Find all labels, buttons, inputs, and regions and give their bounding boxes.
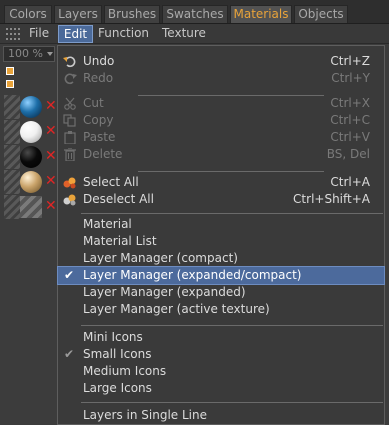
- paste-icon: [64, 131, 76, 144]
- menu-item-label: Copy: [83, 113, 114, 127]
- menu-item-layer-manager-compact[interactable]: Layer Manager (compact): [58, 250, 384, 267]
- material-tag-icon: [6, 80, 14, 88]
- menu-item-label: Material: [83, 217, 132, 231]
- menu-item-mini-icons[interactable]: Mini Icons: [58, 329, 384, 346]
- menu-item-label: Layers in Single Line: [83, 408, 207, 422]
- menu-edit[interactable]: Edit: [58, 25, 93, 43]
- menu-item-paste[interactable]: Paste Ctrl+V: [58, 129, 384, 146]
- material-tag-icon: [6, 67, 14, 75]
- tab-brushes[interactable]: Brushes: [104, 5, 160, 23]
- shortcut-text: Ctrl+A: [330, 175, 370, 189]
- material-preview[interactable]: [20, 96, 42, 118]
- menu-item-deselect-all[interactable]: Deselect All Ctrl+Shift+A: [58, 191, 384, 208]
- tab-objects[interactable]: Objects: [294, 5, 348, 23]
- menu-item-small-icons[interactable]: ✔ Small Icons: [58, 346, 384, 363]
- material-stripe: [4, 120, 20, 144]
- menu-item-large-icons[interactable]: Large Icons: [58, 380, 384, 397]
- delete-x-icon[interactable]: ✕: [45, 174, 57, 188]
- menu-file[interactable]: File: [29, 25, 49, 43]
- menu-item-label: Layer Manager (compact): [83, 251, 238, 265]
- menu-item-label: Delete: [83, 147, 123, 161]
- material-preview[interactable]: [20, 196, 42, 218]
- redo-icon: [64, 73, 77, 85]
- menu-separator: [81, 325, 383, 326]
- material-row[interactable]: ✕: [0, 145, 62, 169]
- shortcut-text: Ctrl+Shift+A: [293, 192, 370, 206]
- scissors-icon: [64, 97, 76, 110]
- shortcut-text: BS, Del: [326, 147, 370, 161]
- menu-item-label: Cut: [83, 96, 104, 110]
- delete-x-icon[interactable]: ✕: [45, 149, 57, 163]
- menu-separator: [138, 171, 324, 172]
- material-row[interactable]: ✕: [0, 95, 62, 119]
- tab-layers[interactable]: Layers: [54, 5, 102, 23]
- menu-item-layer-manager-active-texture[interactable]: Layer Manager (active texture): [58, 301, 384, 318]
- material-preview[interactable]: [20, 171, 42, 193]
- material-row[interactable]: ✕: [0, 170, 62, 194]
- material-stripe: [4, 195, 20, 219]
- menu-item-label: Undo: [83, 54, 115, 68]
- shortcut-text: Ctrl+X: [330, 96, 370, 110]
- menu-item-label: Small Icons: [83, 347, 152, 361]
- shortcut-text: Ctrl+Z: [330, 54, 370, 68]
- material-row[interactable]: ✕: [0, 120, 62, 144]
- menu-item-label: Layer Manager (expanded/compact): [83, 268, 302, 282]
- undo-icon: [63, 56, 76, 68]
- edit-dropdown-menu: Undo Ctrl+Z Redo Ctrl+Y Cut Ctrl+X Copy …: [57, 45, 385, 425]
- menu-item-undo[interactable]: Undo Ctrl+Z: [58, 53, 384, 70]
- tab-swatches[interactable]: Swatches: [162, 5, 228, 23]
- material-stripe: [4, 145, 20, 169]
- material-stripe: [4, 170, 20, 194]
- shortcut-text: Ctrl+Y: [331, 71, 370, 85]
- menu-item-label: Paste: [83, 130, 116, 144]
- menu-item-copy[interactable]: Copy Ctrl+C: [58, 112, 384, 129]
- menu-item-label: Select All: [83, 175, 139, 189]
- menu-item-layers-single-line[interactable]: Layers in Single Line: [58, 407, 384, 424]
- menu-item-label: Medium Icons: [83, 364, 167, 378]
- trash-icon: [64, 148, 76, 161]
- menu-bar: File Edit Function Texture: [0, 24, 389, 44]
- deselect-all-icon: [63, 194, 76, 206]
- menu-item-medium-icons[interactable]: Medium Icons: [58, 363, 384, 380]
- material-row[interactable]: ✕: [0, 195, 62, 219]
- copy-icon: [63, 114, 76, 127]
- tab-colors[interactable]: Colors: [4, 5, 52, 23]
- menu-texture[interactable]: Texture: [162, 25, 206, 43]
- menu-function[interactable]: Function: [98, 25, 149, 43]
- grip-icon[interactable]: [6, 28, 20, 40]
- menu-item-select-all[interactable]: Select All Ctrl+A: [58, 174, 384, 191]
- menu-item-layer-manager-expanded[interactable]: Layer Manager (expanded): [58, 284, 384, 301]
- menu-item-label: Deselect All: [83, 192, 154, 206]
- menu-separator: [81, 213, 383, 214]
- menu-item-label: Redo: [83, 71, 114, 85]
- delete-x-icon[interactable]: ✕: [45, 124, 57, 138]
- checkmark-icon: ✔: [64, 347, 75, 361]
- delete-x-icon[interactable]: ✕: [45, 99, 57, 113]
- material-preview[interactable]: [20, 121, 42, 143]
- delete-x-icon[interactable]: ✕: [45, 199, 57, 213]
- material-stripe: [4, 95, 20, 119]
- menu-item-cut[interactable]: Cut Ctrl+X: [58, 95, 384, 112]
- menu-item-label: Layer Manager (expanded): [83, 285, 246, 299]
- menu-item-label: Mini Icons: [83, 330, 143, 344]
- chevron-down-icon[interactable]: [47, 52, 53, 56]
- select-all-icon: [63, 177, 76, 189]
- menu-item-layer-manager-expanded-compact[interactable]: ✔ Layer Manager (expanded/compact): [57, 266, 385, 285]
- menu-item-label: Large Icons: [83, 381, 152, 395]
- menu-item-label: Layer Manager (active texture): [83, 302, 270, 316]
- zoom-field[interactable]: 100 %: [3, 46, 55, 62]
- panel-tab-bar: Colors Layers Brushes Swatches Materials…: [0, 0, 389, 24]
- menu-item-material[interactable]: Material: [58, 216, 384, 233]
- menu-item-delete[interactable]: Delete BS, Del: [58, 146, 384, 163]
- menu-separator: [81, 402, 383, 403]
- material-preview[interactable]: [20, 146, 42, 168]
- menu-item-material-list[interactable]: Material List: [58, 233, 384, 250]
- tab-materials[interactable]: Materials: [230, 5, 292, 23]
- checkmark-icon: ✔: [64, 268, 75, 282]
- menu-item-label: Material List: [83, 234, 157, 248]
- zoom-value: 100 %: [8, 47, 43, 60]
- shortcut-text: Ctrl+C: [330, 113, 370, 127]
- menu-item-redo[interactable]: Redo Ctrl+Y: [58, 70, 384, 87]
- shortcut-text: Ctrl+V: [330, 130, 370, 144]
